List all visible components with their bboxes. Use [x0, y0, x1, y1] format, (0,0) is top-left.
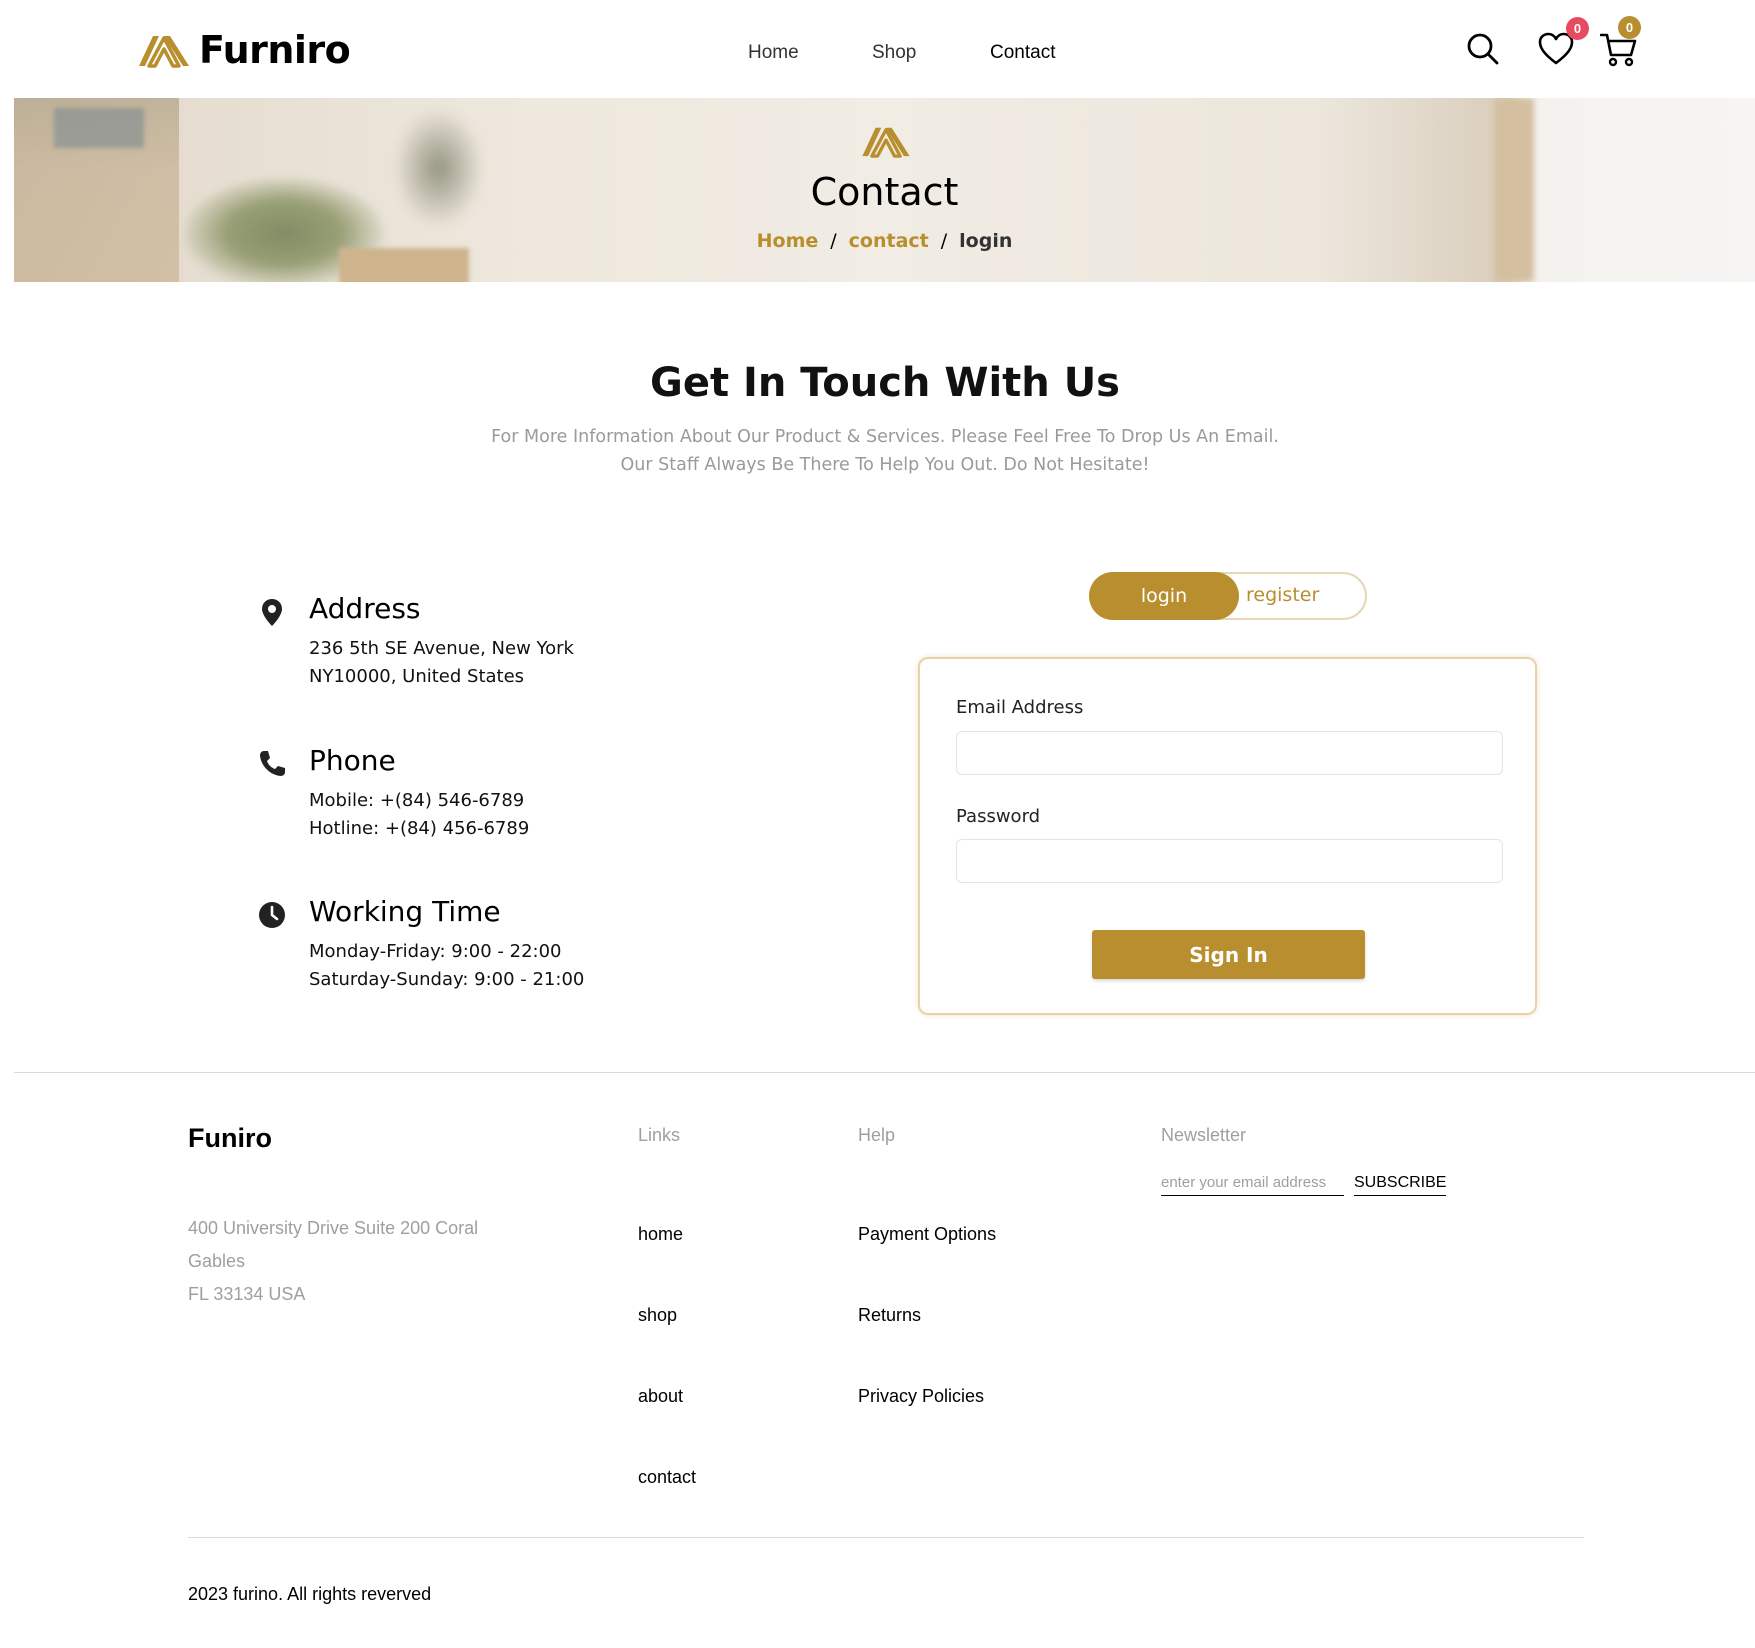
heart-icon — [1538, 32, 1574, 65]
phone-title: Phone — [309, 744, 396, 777]
breadcrumb-separator: / — [940, 230, 948, 252]
footer-address-line: 400 University Drive Suite 200 Coral — [188, 1218, 479, 1238]
breadcrumb-home[interactable]: Home — [757, 230, 819, 252]
hero-content: Contact Home / contact / login — [14, 98, 1755, 282]
tab-register[interactable]: register — [1246, 584, 1319, 606]
clock-icon — [259, 902, 285, 928]
nav-contact[interactable]: Contact — [990, 42, 1055, 64]
footer-address-line: FL 33134 USA — [188, 1284, 306, 1304]
footer-link-home[interactable]: home — [638, 1224, 683, 1245]
auth-tab-toggle: login register — [1089, 572, 1367, 620]
cart-count-badge: 0 — [1618, 16, 1641, 39]
hero-logo-icon — [862, 127, 910, 158]
footer-address-line: Gables — [188, 1251, 246, 1271]
copyright-text: 2023 furino. All rights reverved — [188, 1584, 432, 1604]
search-button[interactable] — [1466, 32, 1506, 72]
hero-banner: Contact Home / contact / login — [14, 98, 1755, 282]
newsletter-email-input[interactable] — [1161, 1170, 1344, 1196]
login-form: Email Address Password Sign In — [918, 657, 1537, 1015]
phone-mobile: Mobile: +(84) 546-6789 — [309, 790, 525, 811]
footer-link-about[interactable]: about — [638, 1386, 683, 1407]
footer-brand: Funiro — [188, 1123, 272, 1153]
footer-link-returns[interactable]: Returns — [858, 1305, 921, 1326]
search-icon — [1467, 33, 1499, 65]
breadcrumb-contact[interactable]: contact — [849, 230, 929, 252]
address-title: Address — [309, 592, 421, 625]
working-time-weekdays: Monday-Friday: 9:00 - 22:00 — [309, 941, 562, 962]
footer-links-heading: Links — [638, 1125, 681, 1145]
breadcrumb-current: login — [959, 230, 1013, 252]
footer-link-contact[interactable]: contact — [638, 1467, 696, 1488]
email-label: Email Address — [956, 697, 1084, 718]
footer-address: 400 University Drive Suite 200 Coral Gab… — [188, 1212, 518, 1311]
password-label: Password — [956, 806, 1041, 827]
wishlist-count-badge: 0 — [1566, 17, 1589, 40]
section-description: For More Information About Our Product &… — [491, 427, 1279, 475]
nav-home[interactable]: Home — [748, 42, 799, 64]
section-title: Get In Touch With Us — [650, 360, 1120, 406]
footer-link-payment-options[interactable]: Payment Options — [858, 1224, 996, 1245]
footer-bottom-divider — [188, 1537, 1584, 1538]
email-field[interactable] — [956, 731, 1503, 775]
footer-newsletter-heading: Newsletter — [1161, 1125, 1247, 1145]
nav-shop[interactable]: Shop — [872, 42, 916, 64]
breadcrumb-separator: / — [830, 230, 837, 252]
footer-help-heading: Help — [858, 1125, 896, 1145]
site-header: Furniro Home Shop Contact 0 0 — [0, 0, 1755, 98]
phone-icon — [260, 751, 285, 776]
subscribe-button[interactable]: SUBSCRIBE — [1354, 1170, 1447, 1196]
footer-link-shop[interactable]: shop — [638, 1305, 677, 1326]
location-pin-icon — [262, 599, 282, 626]
phone-hotline: Hotline: +(84) 456-6789 — [309, 818, 530, 839]
sign-in-button[interactable]: Sign In — [1092, 930, 1365, 979]
address-line: NY10000, United States — [309, 666, 525, 687]
tab-login[interactable]: login — [1089, 572, 1239, 620]
breadcrumb: Home / contact / login — [14, 230, 1755, 253]
working-time-weekend: Saturday-Sunday: 9:00 - 21:00 — [309, 969, 585, 990]
footer-divider — [14, 1072, 1755, 1073]
password-field[interactable] — [956, 839, 1503, 883]
working-time-title: Working Time — [309, 895, 501, 928]
footer-link-privacy-policies[interactable]: Privacy Policies — [858, 1386, 984, 1407]
page-title: Contact — [810, 170, 959, 214]
address-line: 236 5th SE Avenue, New York — [309, 638, 574, 659]
